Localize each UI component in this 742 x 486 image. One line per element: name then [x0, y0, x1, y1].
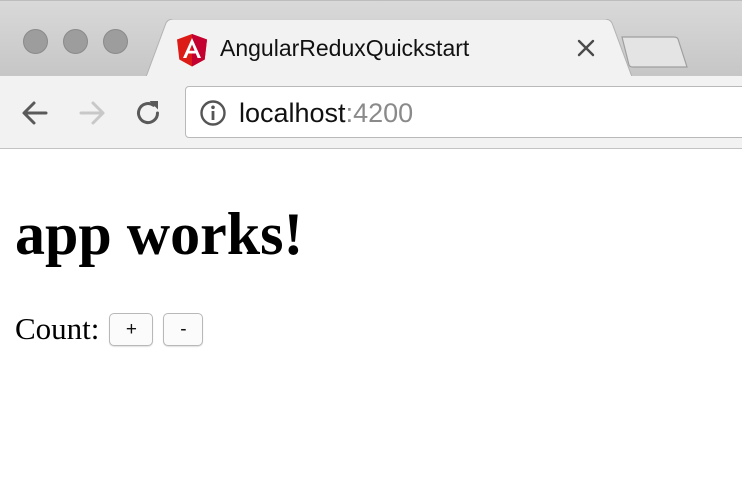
close-icon[interactable]: [574, 36, 598, 60]
tab-strip: AngularReduxQuickstart: [0, 0, 742, 77]
info-icon[interactable]: [199, 99, 227, 127]
decrement-button[interactable]: -: [163, 312, 204, 346]
close-window-button[interactable]: [23, 29, 48, 54]
tab-title: AngularReduxQuickstart: [220, 35, 470, 61]
increment-button[interactable]: +: [109, 312, 154, 346]
counter-row: Count: + -: [15, 312, 213, 346]
back-arrow-icon[interactable]: [18, 96, 52, 130]
address-bar[interactable]: localhost:4200: [185, 86, 742, 138]
forward-arrow-icon[interactable]: [75, 96, 109, 130]
count-label: Count:: [15, 311, 100, 346]
new-tab-button[interactable]: [620, 36, 688, 68]
page-title: app works!: [15, 201, 304, 267]
url-host: localhost: [239, 98, 346, 128]
page-content: app works! Count: + -: [0, 150, 742, 486]
browser-toolbar: localhost:4200: [0, 76, 742, 149]
angular-logo-icon: [177, 34, 207, 67]
browser-tab[interactable]: AngularReduxQuickstart: [146, 19, 632, 77]
reload-icon[interactable]: [131, 96, 165, 130]
minimize-window-button[interactable]: [63, 29, 88, 54]
url-port: :4200: [345, 98, 414, 128]
zoom-window-button[interactable]: [103, 29, 128, 54]
url-text[interactable]: localhost:4200: [239, 97, 413, 129]
